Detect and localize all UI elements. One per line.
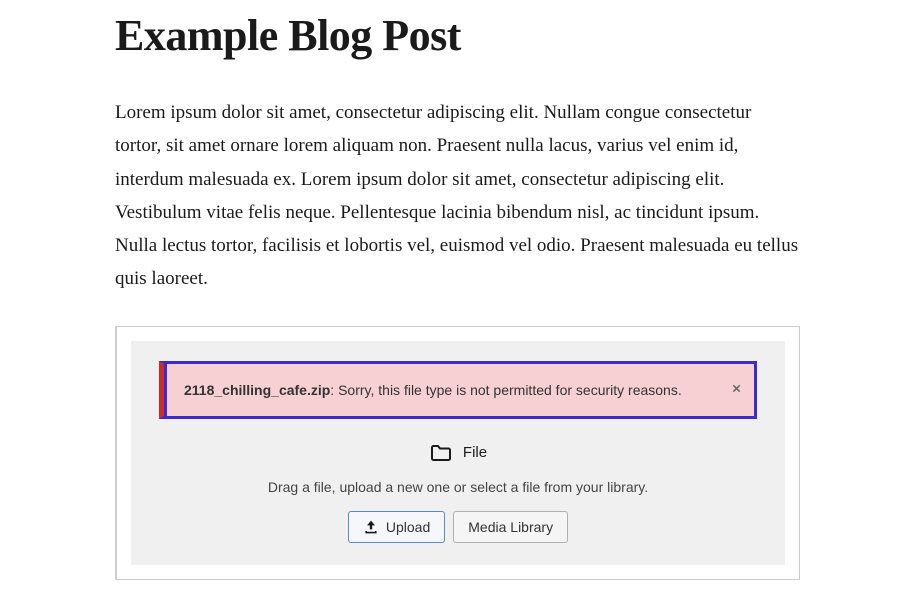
folder-icon	[429, 441, 453, 465]
file-instructions: Drag a file, upload a new one or select …	[151, 479, 765, 495]
upload-button[interactable]: Upload	[348, 511, 445, 543]
upload-button-label: Upload	[386, 519, 430, 535]
post-title: Example Blog Post	[115, 10, 900, 61]
post-content: Lorem ipsum dolor sit amet, consectetur …	[115, 96, 800, 296]
error-message: : Sorry, this file type is not permitted…	[330, 382, 681, 398]
dismiss-error-button[interactable]	[729, 380, 744, 400]
file-block-wrapper[interactable]: 2118_chilling_cafe.zip: Sorry, this file…	[115, 326, 800, 580]
upload-icon	[363, 519, 379, 535]
upload-error-notice: 2118_chilling_cafe.zip: Sorry, this file…	[159, 361, 757, 419]
media-library-label: Media Library	[468, 519, 553, 535]
error-filename: 2118_chilling_cafe.zip	[184, 382, 330, 398]
media-library-button[interactable]: Media Library	[453, 511, 568, 543]
file-block-header: File	[151, 441, 765, 465]
file-block: 2118_chilling_cafe.zip: Sorry, this file…	[131, 341, 785, 565]
file-block-label: File	[463, 444, 487, 461]
file-buttons: Upload Media Library	[151, 511, 765, 543]
close-icon	[729, 381, 744, 396]
